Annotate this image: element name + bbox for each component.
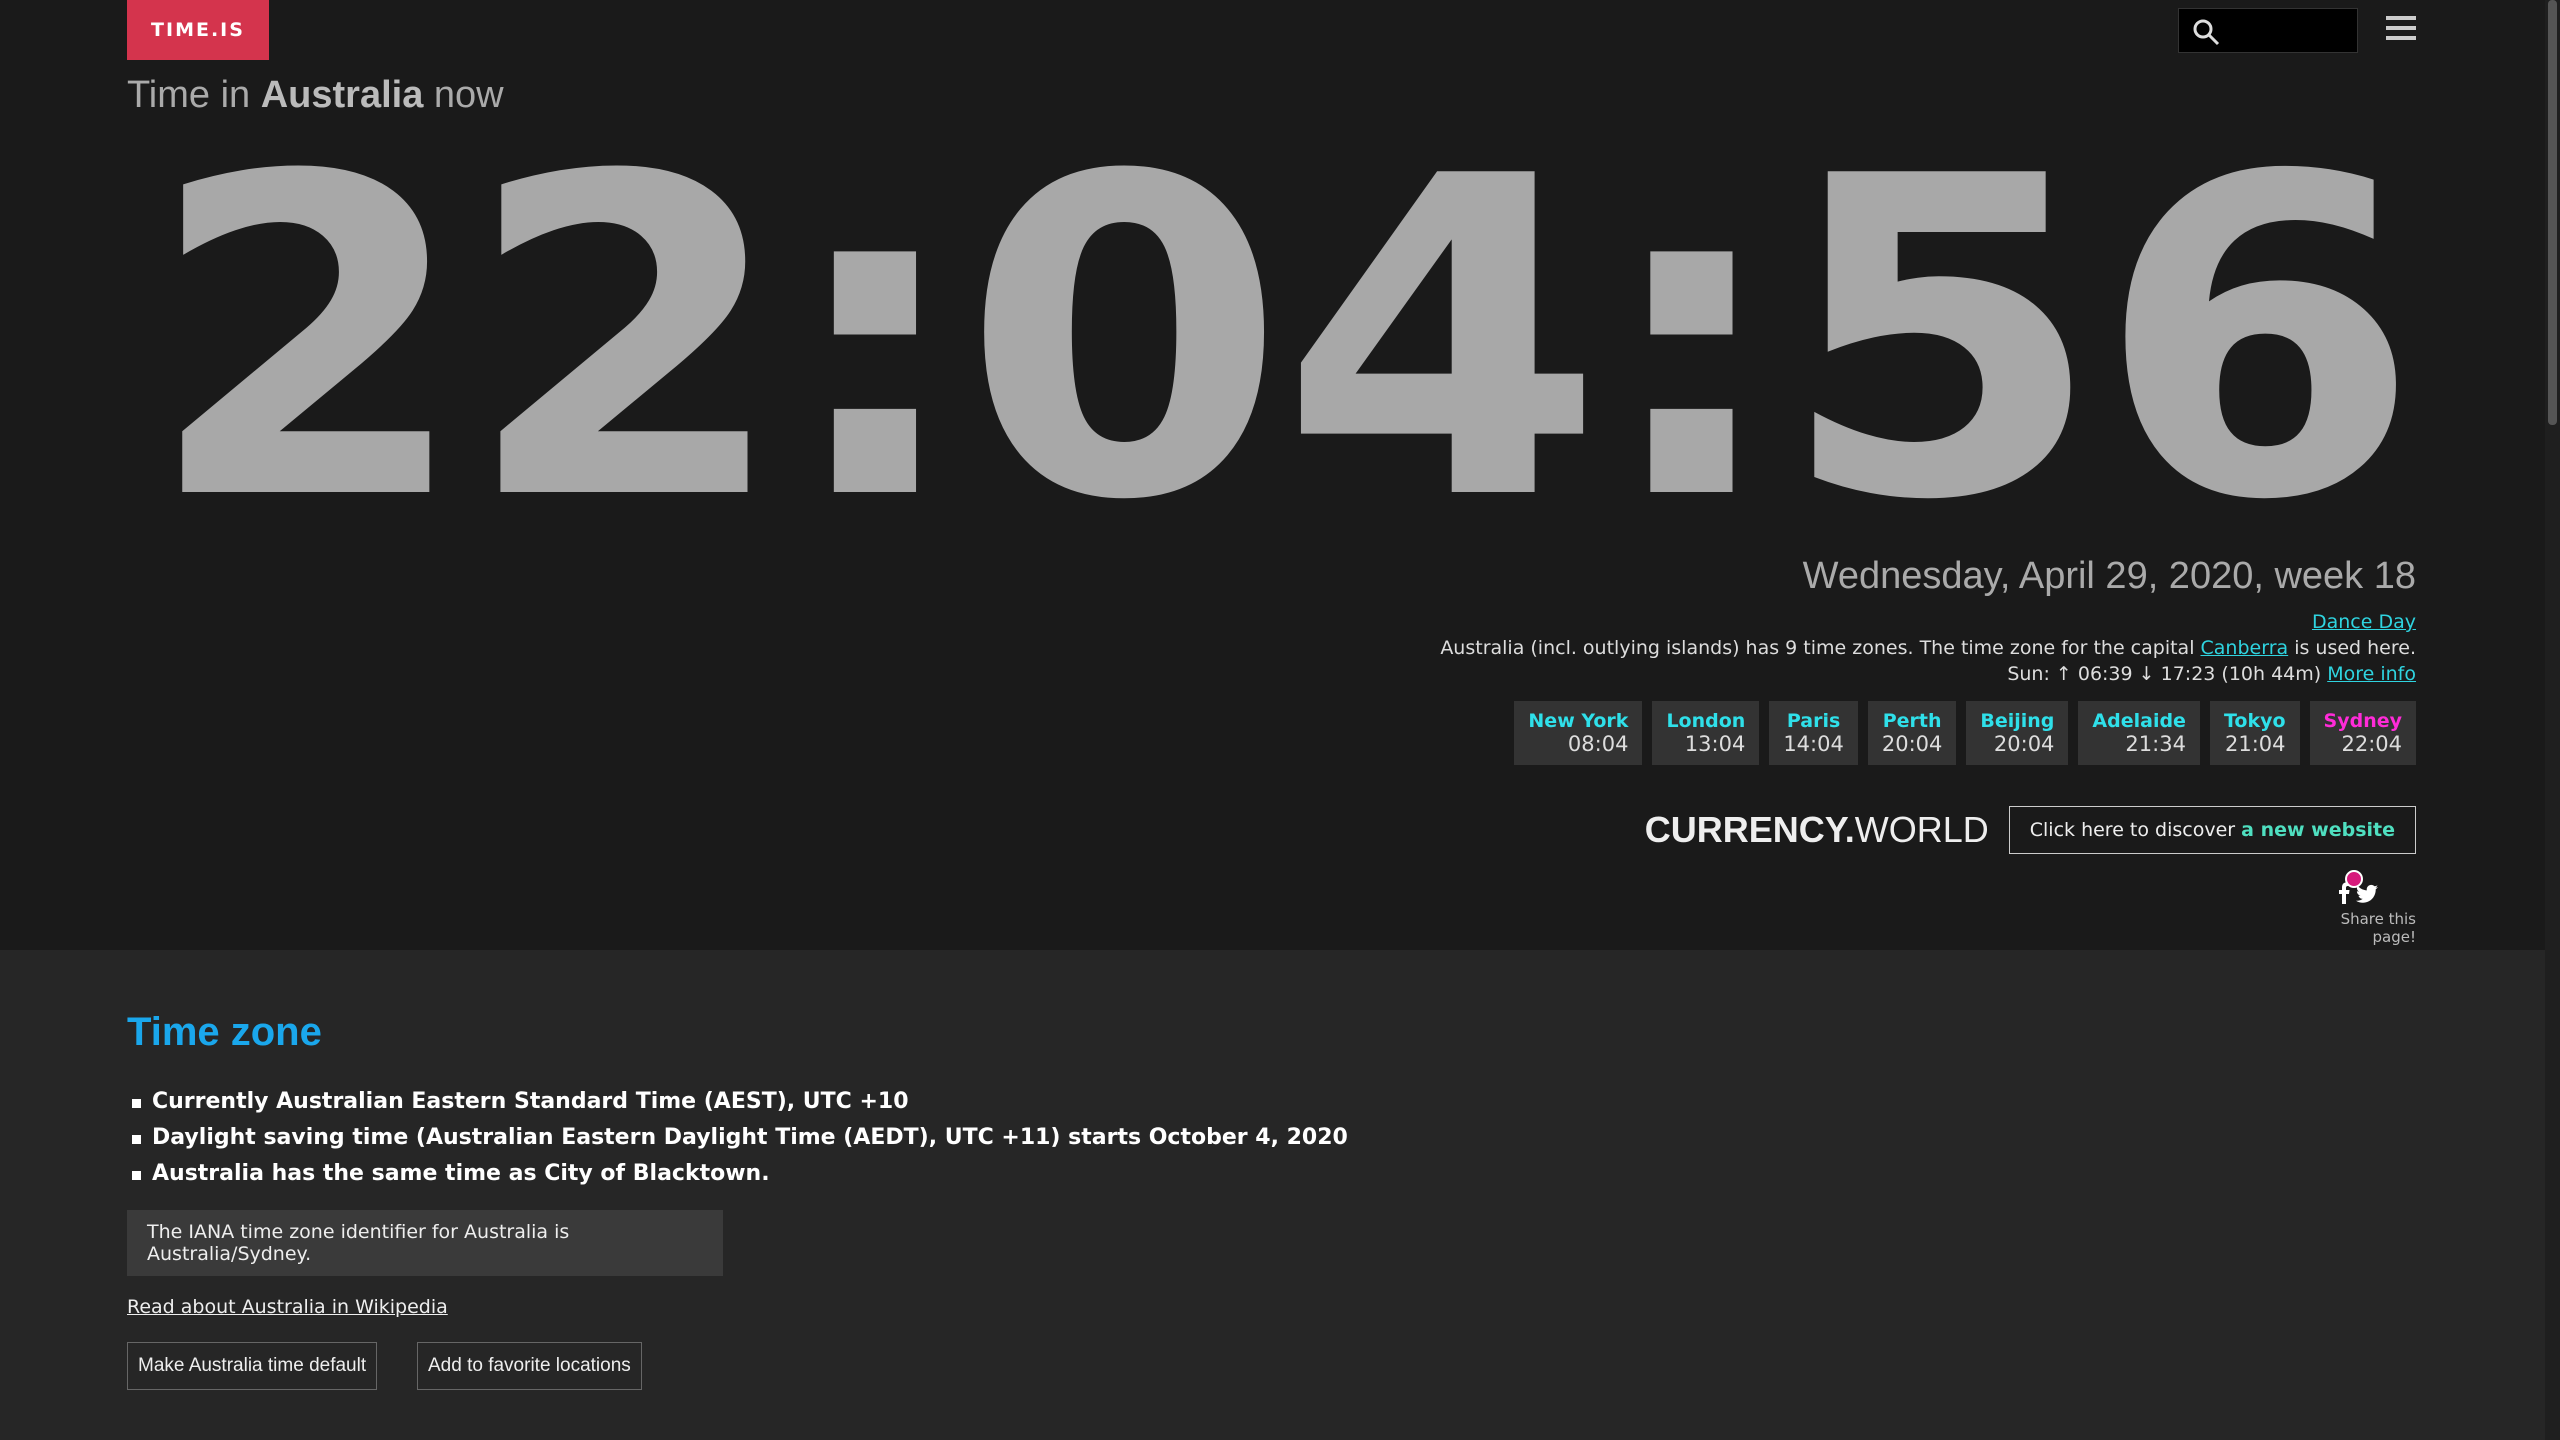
holiday-row: Dance Day <box>816 611 2416 637</box>
city-name: Sydney <box>2323 710 2402 732</box>
scrollbar[interactable] <box>2545 0 2560 1440</box>
list-item: Daylight saving time (Australian Eastern… <box>130 1120 1348 1156</box>
search-input[interactable] <box>2229 15 2351 47</box>
discover-prefix: Click here to discover <box>2029 819 2236 841</box>
zone-text-before: Australia (incl. outlying islands) has 9… <box>1440 637 2201 659</box>
search-box[interactable] <box>2178 8 2358 53</box>
make-default-button[interactable]: Make Australia time default <box>127 1342 378 1390</box>
zone-text-after: is used here. <box>2288 637 2416 659</box>
timezone-list: Currently Australian Eastern Standard Ti… <box>130 1084 1348 1192</box>
city-time: 13:04 <box>1684 732 1746 756</box>
site-logo[interactable]: TIME.IS <box>127 0 269 60</box>
city-time: 20:04 <box>1993 732 2055 756</box>
more-info-link[interactable]: More info <box>2327 663 2416 685</box>
clock-display: 22:04:56 <box>145 84 2421 596</box>
city-name: New York <box>1528 710 1629 732</box>
date-info: Wednesday, April 29, 2020, week 18 Dance… <box>816 555 2416 689</box>
promo-banner: CURRENCY.WORLD Click here to discover a … <box>1645 806 2416 854</box>
sun-text: Sun: ↑ 06:39 ↓ 17:23 (10h 44m) <box>2007 663 2328 685</box>
city-time: 21:34 <box>2125 732 2186 756</box>
share-label: Share this page! <box>2340 910 2416 946</box>
city-clock-beijing[interactable]: Beijing 20:04 <box>1966 701 2069 765</box>
city-clock-adelaide[interactable]: Adelaide 21:34 <box>2078 701 2200 765</box>
brand-bold: CURRENCY. <box>1644 809 1855 850</box>
hamburger-menu-icon[interactable] <box>2386 16 2416 44</box>
capital-link[interactable]: Canberra <box>2201 637 2289 659</box>
city-name: London <box>1666 710 1746 732</box>
city-time: 14:04 <box>1783 732 1844 756</box>
iana-note: The IANA time zone identifier for Austra… <box>127 1210 723 1276</box>
discover-bold: a new website <box>2241 819 2395 841</box>
currency-world-logo[interactable]: CURRENCY.WORLD <box>1645 809 1989 851</box>
city-clocks: New York 08:04 London 13:04 Paris 14:04 Perth 2… <box>1514 701 2416 765</box>
city-name: Tokyo <box>2223 710 2286 732</box>
city-clock-perth[interactable]: Perth 20:04 <box>1867 701 1957 765</box>
sun-info: Sun: ↑ 06:39 ↓ 17:23 (10h 44m) More info <box>816 663 2416 689</box>
date-line: Wednesday, April 29, 2020, week 18 <box>1802 555 2416 597</box>
scrollbar-thumb[interactable] <box>2548 0 2557 425</box>
city-clock-sydney[interactable]: Sydney 22:04 <box>2309 701 2416 765</box>
search-icon[interactable] <box>2191 17 2221 47</box>
list-item: Australia has the same time as City of B… <box>130 1156 1348 1192</box>
share-block: Share this page! <box>2296 870 2416 946</box>
city-time: 22:04 <box>2341 732 2402 756</box>
list-item: Currently Australian Eastern Standard Ti… <box>130 1084 1348 1120</box>
top-section: TIME.IS Time in Australia now 22:04:56 W… <box>0 0 2560 950</box>
city-name: Beijing <box>1980 710 2055 732</box>
city-name: Paris <box>1786 710 1841 732</box>
city-time: 08:04 <box>1567 732 1629 756</box>
twitter-icon[interactable] <box>2356 884 2378 904</box>
brand-rest: WORLD <box>1854 809 1989 850</box>
discover-button[interactable]: Click here to discover a new website <box>2008 806 2416 854</box>
timezone-section: Time zone Currently Australian Eastern S… <box>0 950 2545 1440</box>
holiday-link[interactable]: Dance Day <box>2312 611 2416 633</box>
city-clock-paris[interactable]: Paris 14:04 <box>1769 701 1858 765</box>
share-icons <box>2296 870 2416 910</box>
city-clock-london[interactable]: London 13:04 <box>1652 701 1760 765</box>
timezone-title: Time zone <box>127 1010 322 1054</box>
add-favorite-button[interactable]: Add to favorite locations <box>417 1342 642 1390</box>
city-time: 21:04 <box>2225 732 2286 756</box>
city-time: 20:04 <box>1881 732 1943 756</box>
city-clock-new-york[interactable]: New York 08:04 <box>1514 701 1643 765</box>
city-name: Adelaide <box>2092 710 2186 732</box>
city-name: Perth <box>1882 710 1942 732</box>
city-clock-tokyo[interactable]: Tokyo 21:04 <box>2209 701 2300 765</box>
wikipedia-link[interactable]: Read about Australia in Wikipedia <box>127 1296 448 1318</box>
timezone-info: Australia (incl. outlying islands) has 9… <box>816 637 2416 663</box>
